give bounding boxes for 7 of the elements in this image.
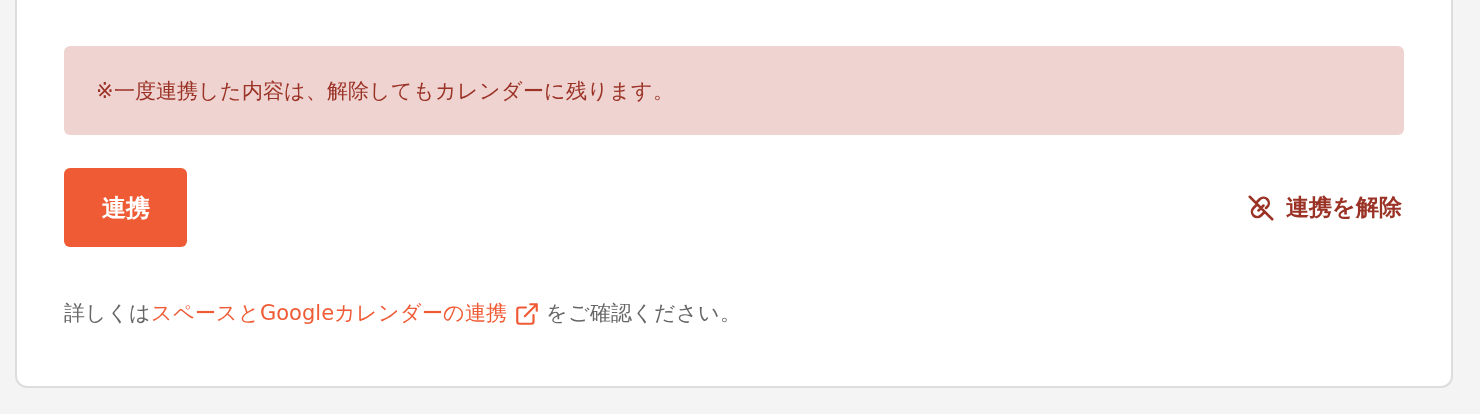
link-button[interactable]: 連携 — [64, 168, 187, 247]
external-link-icon — [513, 301, 540, 327]
help-link[interactable]: スペースとGoogleカレンダーの連携 — [151, 301, 540, 325]
help-text: 詳しくは スペースとGoogleカレンダーの連携 をご確認ください。 — [64, 300, 743, 327]
unlink-button[interactable]: 連携を解除 — [1246, 192, 1402, 223]
unlink-icon — [1246, 192, 1276, 223]
notice-banner: ※一度連携した内容は、解除してもカレンダーに残ります。 — [64, 46, 1404, 135]
